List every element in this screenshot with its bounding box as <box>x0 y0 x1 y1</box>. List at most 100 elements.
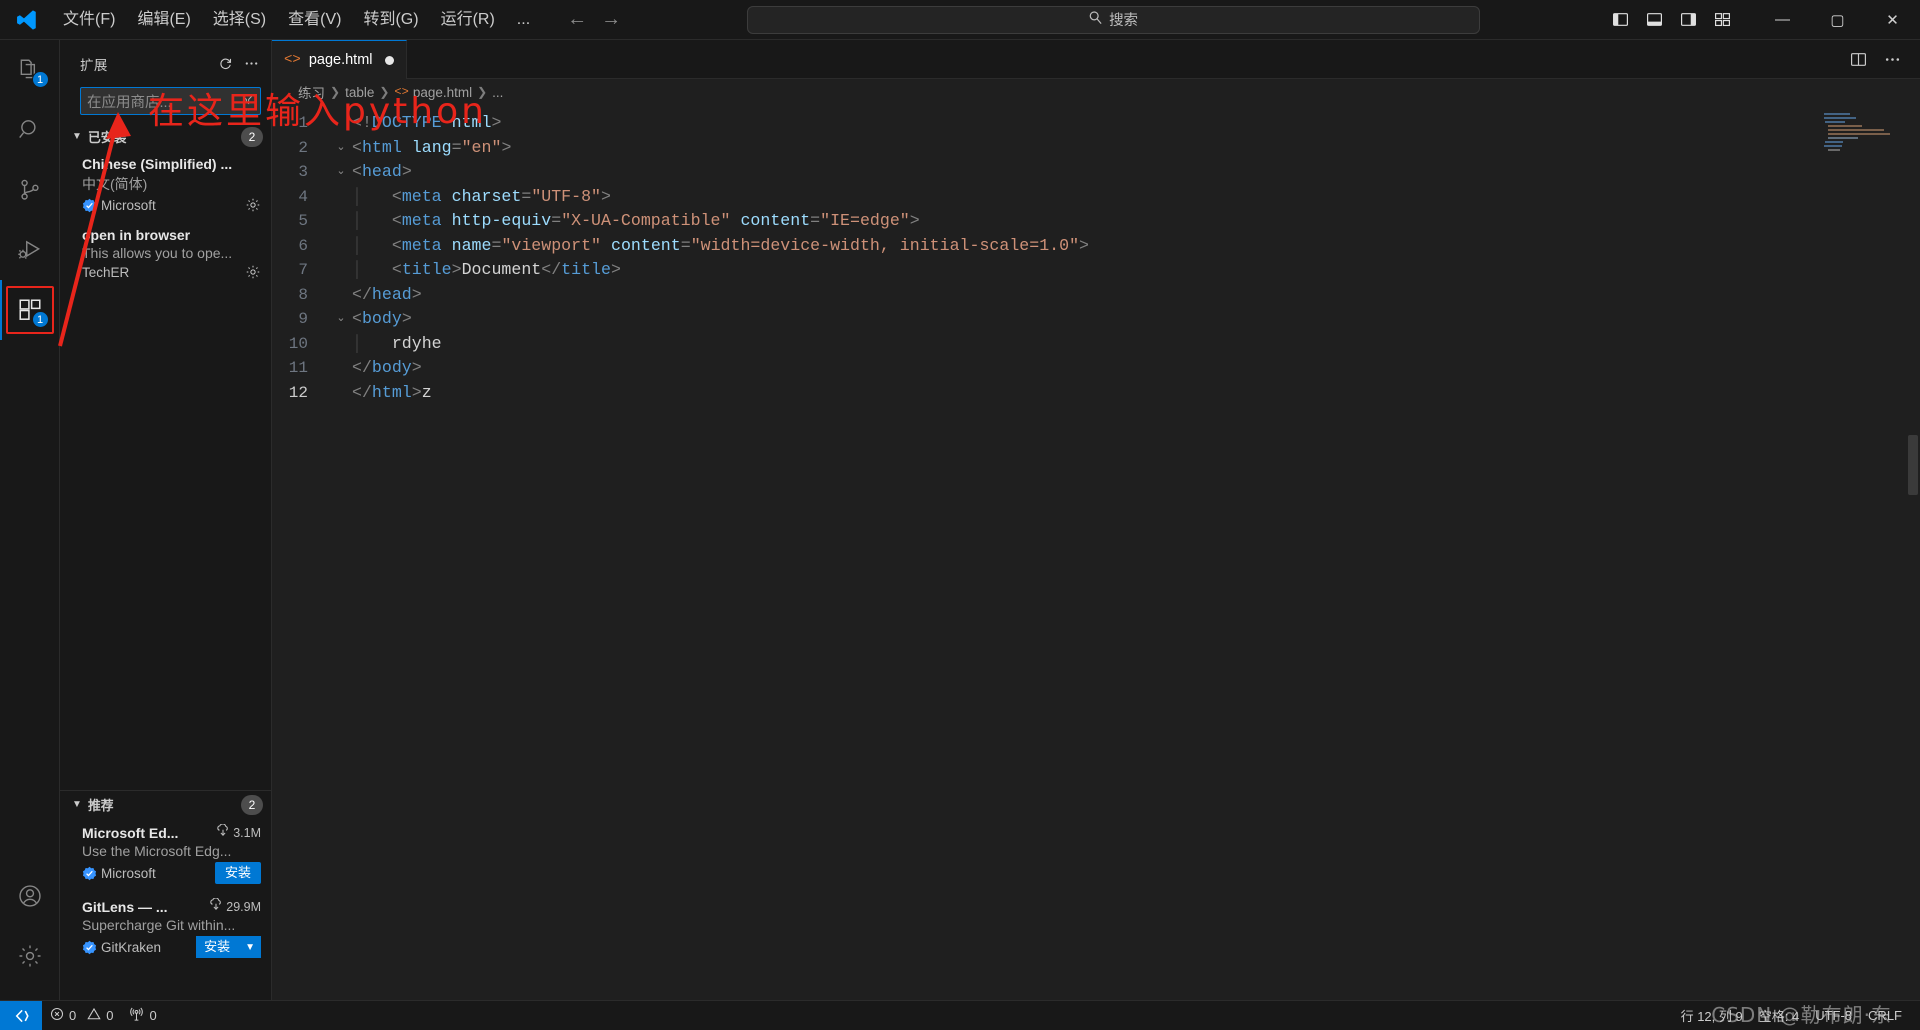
ellipsis-icon[interactable] <box>1878 45 1906 73</box>
list-item[interactable]: Microsoft Ed... 3.1M Use the Microsoft E… <box>60 818 271 892</box>
code-editor[interactable]: 1 <!DOCTYPE html> 2 ⌄ <html lang="en"> 3 ⌄ <hea… <box>272 105 1920 1000</box>
code-line[interactable]: 7 │ <title>Document</title> <box>272 258 1920 283</box>
menu-view[interactable]: 查看(V) <box>277 5 352 35</box>
menu-selection[interactable]: 选择(S) <box>202 5 277 35</box>
line-number: 1 <box>298 114 308 132</box>
tab-page-html[interactable]: <> page.html <box>272 40 407 79</box>
breadcrumb-item-1[interactable]: table <box>345 85 374 100</box>
fold-chevron-down-icon[interactable]: ⌄ <box>330 307 352 332</box>
breadcrumb-label: 练习 <box>298 86 325 101</box>
extension-manage-gear-icon[interactable] <box>245 264 261 280</box>
code-line[interactable]: 8 </head> <box>272 283 1920 308</box>
code-token: body <box>361 309 402 328</box>
extensions-sidebar: 扩展 在应用商店... ▼ 已安装 2 Chinese (Simplified)… <box>60 40 272 1000</box>
minimize-button[interactable]: — <box>1755 0 1810 40</box>
extension-description: 中文(简体) <box>82 176 148 192</box>
fold-chevron-down-icon[interactable]: ⌄ <box>330 136 352 161</box>
menu-run[interactable]: 运行(R) <box>430 5 506 35</box>
remote-window-icon[interactable] <box>0 1000 42 1030</box>
error-icon <box>50 1007 64 1024</box>
menu-more[interactable]: ... <box>506 5 541 35</box>
layout-panel-icon[interactable] <box>1639 5 1669 35</box>
code-line[interactable]: 9 ⌄ <body> <box>272 307 1920 332</box>
section-installed[interactable]: ▼ 已安装 2 <box>60 123 271 150</box>
chevron-down-icon[interactable]: ▼ <box>239 936 261 958</box>
breadcrumb-item-0[interactable]: 练习 <box>298 82 325 102</box>
code-token: = <box>521 186 532 206</box>
install-split-button[interactable]: 安装 ▼ <box>196 936 261 958</box>
refresh-icon[interactable] <box>213 52 237 76</box>
installed-extension-list: Chinese (Simplified) ... 中文(简体) Microsof… <box>60 150 271 294</box>
fold-chevron-down-icon[interactable]: ⌄ <box>330 160 352 185</box>
extensions-search-input[interactable]: 在应用商店... <box>80 87 261 115</box>
layout-grid-icon[interactable] <box>1707 5 1737 35</box>
extension-manage-gear-icon[interactable] <box>245 197 261 213</box>
arrow-left-icon[interactable]: ← <box>567 8 587 31</box>
code-line[interactable]: 11 </body> <box>272 356 1920 381</box>
code-token: < <box>391 235 402 255</box>
extensions-search-row: 在应用商店... <box>60 81 271 123</box>
sidebar-header-actions <box>213 52 263 76</box>
code-line[interactable]: 1 <!DOCTYPE html> <box>272 111 1920 136</box>
sidebar-item-explorer[interactable]: 1 <box>0 40 60 100</box>
code-token: rdyhe <box>391 333 442 353</box>
list-item[interactable]: GitLens — ... 29.9M Supercharge Git with… <box>60 892 271 966</box>
code-token: html <box>371 382 412 402</box>
list-item[interactable]: Chinese (Simplified) ... 中文(简体) Microsof… <box>60 150 271 221</box>
code-token: <! <box>352 113 372 132</box>
minimap[interactable] <box>1822 111 1906 153</box>
status-ports[interactable]: 0 <box>121 1001 164 1030</box>
download-icon <box>216 823 230 841</box>
arrow-right-icon[interactable]: → <box>601 8 621 31</box>
sidebar-item-source-control[interactable] <box>0 160 60 220</box>
unsaved-indicator-icon[interactable] <box>384 55 394 65</box>
code-text: <html lang="en"> <box>352 136 1920 161</box>
code-line[interactable]: 5 │ <meta http-equiv="X-UA-Compatible" co… <box>272 209 1920 234</box>
line-number: 6 <box>298 236 308 255</box>
code-token: </ <box>541 260 562 279</box>
account-icon[interactable] <box>0 866 60 926</box>
gear-icon[interactable] <box>0 926 60 986</box>
html-file-icon: <> <box>394 85 409 99</box>
maximize-button[interactable]: ▢ <box>1810 0 1865 40</box>
code-token: < <box>352 162 362 181</box>
split-editor-icon[interactable] <box>1844 45 1872 73</box>
sidebar-item-search[interactable] <box>0 100 60 160</box>
status-indentation[interactable]: 空格: 4 <box>1751 1001 1807 1030</box>
install-button[interactable]: 安装 <box>214 862 261 884</box>
search-placeholder: 搜索 <box>1109 13 1139 29</box>
ports-count: 0 <box>149 1008 157 1023</box>
code-line[interactable]: 6 │ <meta name="viewport" content="width=… <box>272 234 1920 259</box>
code-line[interactable]: 2 ⌄ <html lang="en"> <box>272 136 1920 161</box>
layout-sidebar-left-icon[interactable] <box>1605 5 1635 35</box>
code-token: head <box>361 162 402 181</box>
code-text: <head> <box>352 160 1920 185</box>
layout-sidebar-right-icon[interactable] <box>1673 5 1703 35</box>
code-content[interactable]: 1 <!DOCTYPE html> 2 ⌄ <html lang="en"> 3 ⌄ <hea… <box>272 105 1920 1000</box>
code-line[interactable]: 10 │ rdyhe <box>272 332 1920 357</box>
clear-filter-icon[interactable] <box>241 93 254 109</box>
code-line[interactable]: 12 </html>z <box>272 381 1920 406</box>
menu-go[interactable]: 转到(G) <box>352 5 429 35</box>
editor-scrollbar-thumb[interactable] <box>1908 435 1918 495</box>
breadcrumb-item-2[interactable]: <> page.html <box>394 85 472 100</box>
editor-scrollbar[interactable] <box>1906 105 1920 1000</box>
sidebar-item-run-debug[interactable] <box>0 220 60 280</box>
extension-install-count: 29.9M <box>209 897 261 915</box>
ellipsis-icon[interactable] <box>239 52 263 76</box>
close-button[interactable]: ✕ <box>1865 0 1920 40</box>
menu-edit[interactable]: 编辑(E) <box>126 5 201 35</box>
breadcrumb-item-3[interactable]: ... <box>492 85 503 100</box>
status-eol[interactable]: CRLF <box>1860 1001 1910 1030</box>
list-item[interactable]: open in browser This allows you to ope..… <box>60 221 271 288</box>
status-encoding[interactable]: UTF-8 <box>1807 1001 1860 1030</box>
status-cursor-position[interactable]: 行 12, 列 9 <box>1673 1001 1751 1030</box>
code-line[interactable]: 3 ⌄ <head> <box>272 160 1920 185</box>
search-input[interactable]: 搜索 <box>746 5 1480 34</box>
menu-file[interactable]: 文件(F) <box>52 5 126 35</box>
status-problems[interactable]: 0 0 <box>42 1001 121 1030</box>
code-line[interactable]: 4 │ <meta charset="UTF-8"> <box>272 185 1920 210</box>
section-recommended[interactable]: ▼ 推荐 2 <box>60 791 271 818</box>
extension-name: open in browser <box>82 227 191 243</box>
sidebar-item-extensions[interactable]: 1 <box>0 280 60 340</box>
